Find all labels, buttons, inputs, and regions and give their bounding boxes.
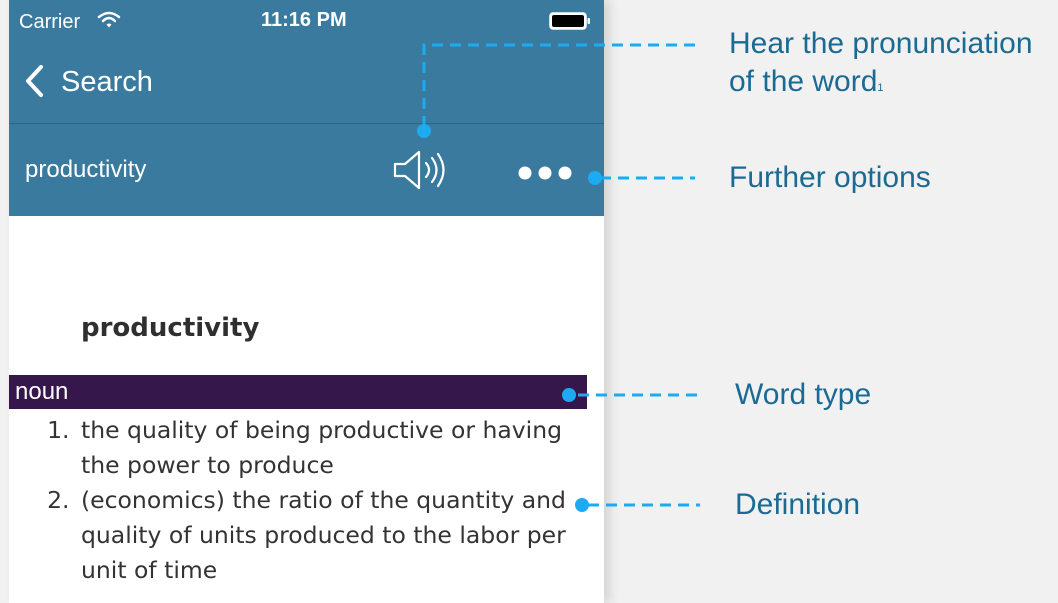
- pronunciation-callout-line2: of the word1: [729, 63, 1033, 101]
- word-type-bar: noun: [9, 375, 587, 409]
- header-divider: [9, 123, 604, 124]
- word-type-callout: Word type: [735, 378, 872, 411]
- definition-item: the quality of being productive or havin…: [77, 413, 591, 483]
- carrier-label: Carrier: [19, 11, 81, 33]
- definition-list: the quality of being productive or havin…: [31, 413, 591, 588]
- pronunciation-callout: Hear the pronunciation of the word1: [729, 25, 1033, 101]
- footnote-marker: 1: [877, 82, 884, 94]
- battery-icon: [549, 12, 590, 30]
- word-type-label: noun: [15, 378, 69, 405]
- chevron-left-icon: [26, 65, 43, 97]
- pronunciation-callout-text: of the word: [729, 65, 878, 98]
- definition-item: (economics) the ratio of the quantity an…: [77, 483, 591, 588]
- status-bar: Carrier 11:16 PM: [9, 0, 604, 34]
- back-label: Search: [61, 66, 153, 98]
- toolbar-word: productivity: [25, 156, 147, 183]
- entry-headword: productivity: [81, 313, 260, 343]
- more-options-button[interactable]: [516, 163, 574, 183]
- pronunciation-callout-line1: Hear the pronunciation: [729, 27, 1033, 60]
- options-callout: Further options: [729, 161, 931, 194]
- phone-screen: Carrier 11:16 PM Search productivity pro…: [9, 0, 604, 603]
- definition-callout: Definition: [735, 488, 861, 521]
- speaker-icon[interactable]: [392, 146, 454, 194]
- wifi-icon: [97, 11, 121, 28]
- app-header: Carrier 11:16 PM Search productivity: [9, 0, 604, 216]
- clock: 11:16 PM: [261, 9, 347, 31]
